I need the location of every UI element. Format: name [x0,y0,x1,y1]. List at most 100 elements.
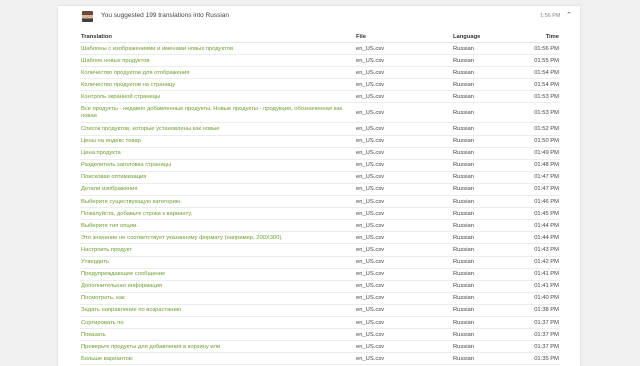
translation-link[interactable]: Цены на индекс товар [80,135,355,148]
time-cell: 01:46 PM [520,195,560,209]
language-cell: Russian [452,171,520,184]
file-cell: en_US.csv [355,135,452,148]
translation-link[interactable]: Разделитель заголовка страницы [80,159,355,172]
translation-link[interactable]: Поисковая оптимизация [80,171,355,184]
language-cell: Russian [452,268,520,281]
time-cell: 01:54 PM [520,78,560,92]
language-cell: Russian [452,195,520,209]
time-cell: 01:50 PM [520,135,560,148]
language-cell: Russian [452,207,520,221]
file-cell: en_US.csv [355,280,452,293]
translation-link[interactable]: Цена продукта [80,147,355,160]
translation-link[interactable]: Настроить продукт [80,243,355,257]
activity-card: You suggested 199 translations into Russ… [58,6,580,366]
table-row: Выберите тип опции. en_US.csv Russian 01:44… [80,219,560,233]
chevron-up-icon[interactable]: ⌃ [566,11,572,19]
file-cell: en_US.csv [355,90,452,104]
time-cell: 01:41 PM [520,280,560,293]
table-row: Показать en_US.csv Russian 01:37 PM [80,328,560,342]
language-cell: Russian [452,316,520,330]
time-cell: 01:44 PM [520,231,560,245]
translation-link[interactable]: Шаблоны с изображениями и именами новых … [80,42,355,56]
table-row: Больше вариантов: en_US.csv Russian 01:35 P… [80,352,560,366]
file-cell: en_US.csv [355,340,452,354]
language-cell: Russian [452,42,520,56]
translation-link[interactable]: Это значение не соответствует указанному… [80,231,355,245]
file-cell: en_US.csv [355,243,452,257]
time-cell: 01:45 PM [520,207,560,221]
language-cell: Russian [452,66,520,80]
time-cell: 01:37 PM [520,340,560,354]
translation-link[interactable]: Сортировать по [80,316,355,330]
table-row: Сортировать по en_US.csv Russian 01:37 PM [80,316,560,330]
translation-link[interactable]: Детали изображения [80,183,355,197]
translation-link[interactable]: Контроль экранной страницы [80,90,355,104]
translation-link[interactable]: Количество продуктов для отображения [80,66,355,80]
language-cell: Russian [452,183,520,197]
language-cell: Russian [452,304,520,317]
table-row: Выберите существующую категорию. en_US.cs… [80,195,560,209]
table-row: Детали изображения en_US.csv Russian 01:47 … [80,183,560,197]
activity-header[interactable]: You suggested 199 translations into Russ… [58,6,580,28]
language-cell: Russian [452,328,520,342]
file-cell: en_US.csv [355,42,452,56]
translation-link[interactable]: Проверьте продукты для добавления в корз… [80,340,355,354]
file-cell: en_US.csv [355,159,452,172]
language-cell: Russian [452,102,520,124]
table-row: Список продуктов, которые установлены ка… [80,122,560,136]
time-cell: 01:35 PM [520,352,560,366]
table-row: Задать направление по возрастанию en_US.c… [80,304,560,317]
time-cell: 01:40 PM [520,292,560,305]
translation-link[interactable]: Количество продуктов на страницу [80,78,355,92]
table-row: Все продукты - недавно добавленные проду… [80,102,560,124]
translation-link[interactable]: Показать [80,328,355,342]
column-header-file: File [355,32,452,43]
time-cell: 01:56 PM [520,42,560,56]
time-cell: 01:53 PM [520,90,560,104]
translation-link[interactable]: Утвердить [80,256,355,269]
column-header-language: Language [452,32,520,43]
table-row: Настроить продукт en_US.csv Russian 01:43 P… [80,243,560,257]
table-row: Количество продуктов на страницу en_US.cs… [80,78,560,92]
language-cell: Russian [452,147,520,160]
file-cell: en_US.csv [355,231,452,245]
file-cell: en_US.csv [355,304,452,317]
language-cell: Russian [452,122,520,136]
language-cell: Russian [452,90,520,104]
translation-link[interactable]: Пожалуйста, добавьте строки к варианту. [80,207,355,221]
file-cell: en_US.csv [355,102,452,124]
translation-link[interactable]: Шаблон новых продуктов [80,54,355,68]
table-row: Цена продукта en_US.csv Russian 01:49 PM [80,147,560,160]
table-row: Цены на индекс товар en_US.csv Russian 01:5… [80,135,560,148]
table-row: Проверьте продукты для добавления в корз… [80,340,560,354]
table-row: Пожалуйста, добавьте строки к варианту. e… [80,207,560,221]
language-cell: Russian [452,231,520,245]
translation-link[interactable]: Больше вариантов: [80,352,355,366]
translation-link[interactable]: Предупреждающее сообщение [80,268,355,281]
file-cell: en_US.csv [355,292,452,305]
column-header-translation: Translation [80,32,355,43]
table-header-row: Translation File Language Time [80,32,560,43]
translation-link[interactable]: Все продукты - недавно добавленные проду… [80,102,355,124]
time-cell: 01:41 PM [520,268,560,281]
file-cell: en_US.csv [355,147,452,160]
table-row: Посмотреть, как en_US.csv Russian 01:40 PM [80,292,560,305]
translation-link[interactable]: Дополнительная информация [80,280,355,293]
language-cell: Russian [452,256,520,269]
column-header-time: Time [520,32,560,43]
time-cell: 01:43 PM [520,243,560,257]
file-cell: en_US.csv [355,219,452,233]
time-cell: 01:42 PM [520,256,560,269]
language-cell: Russian [452,292,520,305]
language-cell: Russian [452,78,520,92]
translation-link[interactable]: Выберите существующую категорию. [80,195,355,209]
table-row: Утвердить en_US.csv Russian 01:42 PM [80,256,560,269]
translation-link[interactable]: Выберите тип опции. [80,219,355,233]
table-row: Поисковая оптимизация en_US.csv Russian 01:… [80,171,560,184]
time-cell: 01:37 PM [520,316,560,330]
activity-summary: You suggested 199 translations into Russ… [101,12,230,19]
translation-link[interactable]: Задать направление по возрастанию [80,304,355,317]
time-cell: 01:54 PM [520,66,560,80]
translation-link[interactable]: Посмотреть, как [80,292,355,305]
translation-link[interactable]: Список продуктов, которые установлены ка… [80,122,355,136]
